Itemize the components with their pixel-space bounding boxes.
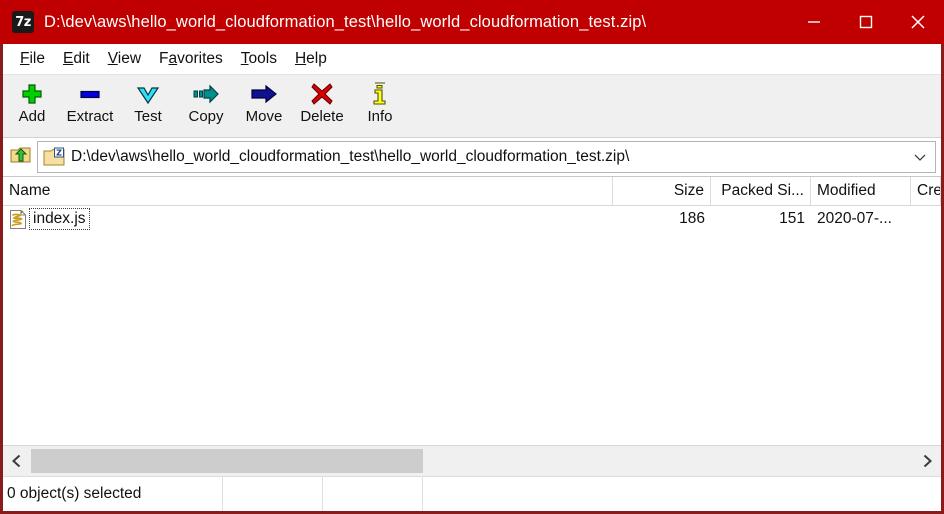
delete-label: Delete	[300, 108, 344, 125]
up-folder-button[interactable]	[7, 142, 35, 172]
status-pane-4	[423, 477, 941, 511]
address-path: D:\dev\aws\hello_world_cloudformation_te…	[71, 148, 630, 165]
maximize-button[interactable]	[840, 0, 892, 44]
status-bar: 0 object(s) selected	[3, 476, 941, 511]
add-label: Add	[18, 108, 46, 125]
copy-arrow-icon	[193, 81, 219, 107]
move-arrow-icon	[251, 81, 277, 107]
address-combobox[interactable]: Z D:\dev\aws\hello_world_cloudformation_…	[37, 141, 936, 173]
file-name-cell[interactable]: index.js	[3, 206, 613, 232]
column-header-modified[interactable]: Modified	[811, 177, 911, 205]
column-header-packed-size[interactable]: Packed Si...	[711, 177, 811, 205]
scrollbar-thumb[interactable]	[31, 449, 423, 473]
chevron-down-icon	[136, 81, 160, 107]
test-label: Test	[134, 108, 162, 125]
app-icon[interactable]: 7z	[12, 11, 34, 33]
file-list[interactable]: index.js 186 151 2020-07-...	[3, 206, 941, 445]
move-button[interactable]: Move	[235, 79, 293, 125]
app-icon-label: 7z	[15, 14, 31, 30]
file-created-cell	[911, 206, 941, 232]
menu-item-view[interactable]: View	[99, 48, 150, 70]
copy-button[interactable]: Copy	[177, 79, 235, 125]
add-button[interactable]: Add	[3, 79, 61, 125]
menu-item-edit[interactable]: Edit	[54, 48, 99, 70]
extract-bar-icon	[78, 81, 102, 107]
column-header-row: Name Size Packed Si... Modified Cre	[3, 177, 941, 206]
status-selection: 0 object(s) selected	[3, 477, 223, 511]
up-folder-icon	[10, 145, 32, 170]
column-header-name[interactable]: Name	[3, 177, 613, 205]
scrollbar-track[interactable]	[31, 447, 913, 475]
close-button[interactable]	[892, 0, 944, 44]
plus-icon	[20, 81, 44, 107]
seven-zip-window: 7z D:\dev\aws\hello_world_cloudformation…	[0, 0, 944, 514]
column-header-created[interactable]: Cre	[911, 177, 941, 205]
menu-item-help[interactable]: Help	[286, 48, 336, 70]
chevron-right-icon[interactable]	[913, 447, 941, 475]
menu-item-favorites[interactable]: Favorites	[150, 48, 232, 70]
window-title: D:\dev\aws\hello_world_cloudformation_te…	[44, 12, 647, 31]
file-packed-size-cell: 151	[779, 210, 805, 227]
window-controls	[788, 0, 944, 44]
svg-text:Z: Z	[56, 149, 62, 158]
title-bar[interactable]: 7z D:\dev\aws\hello_world_cloudformation…	[0, 0, 944, 44]
zip-folder-icon: Z	[43, 147, 65, 167]
menu-item-tools[interactable]: Tools	[232, 48, 286, 70]
address-dropdown-button[interactable]	[905, 143, 935, 171]
info-button[interactable]: Info	[351, 79, 409, 125]
toolbar: Add Extract Test Copy Move Delete Info	[3, 75, 941, 138]
table-row[interactable]: index.js 186 151 2020-07-...	[3, 206, 941, 232]
menu-item-file[interactable]: File	[11, 48, 54, 70]
move-label: Move	[245, 108, 283, 125]
status-pane-2	[223, 477, 323, 511]
horizontal-scrollbar[interactable]	[3, 445, 941, 476]
info-i-icon	[369, 81, 391, 107]
file-name-label: index.js	[29, 208, 90, 230]
chevron-left-icon[interactable]	[3, 447, 31, 475]
extract-label: Extract	[66, 108, 114, 125]
minimize-button[interactable]	[788, 0, 840, 44]
test-button[interactable]: Test	[119, 79, 177, 125]
info-label: Info	[367, 108, 393, 125]
copy-label: Copy	[188, 108, 224, 125]
delete-button[interactable]: Delete	[293, 79, 351, 125]
js-file-icon	[9, 209, 27, 229]
status-pane-3	[323, 477, 423, 511]
file-size-cell: 186	[679, 210, 705, 227]
menu-bar: File Edit View Favorites Tools Help	[3, 44, 941, 75]
extract-button[interactable]: Extract	[61, 79, 119, 125]
column-header-size[interactable]: Size	[613, 177, 711, 205]
file-modified-cell: 2020-07-...	[817, 210, 892, 227]
address-bar: Z D:\dev\aws\hello_world_cloudformation_…	[3, 138, 941, 177]
red-x-icon	[310, 81, 334, 107]
